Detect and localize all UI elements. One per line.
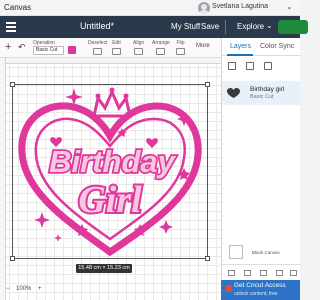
layers-panel: Layers Color Sync Birthday girl Basic Cu…: [221, 38, 301, 300]
tab-color-sync[interactable]: Color Sync: [260, 43, 294, 50]
make-button[interactable]: [278, 20, 308, 34]
resize-handle[interactable]: [10, 82, 15, 87]
zoom-in-icon[interactable]: +: [38, 286, 42, 292]
combine-icon[interactable]: [244, 270, 251, 276]
resize-handle[interactable]: [205, 82, 210, 87]
layer-operation: Basic Cut: [250, 94, 274, 100]
attach-icon[interactable]: [260, 270, 267, 276]
edit-icon: [112, 48, 121, 55]
layer-item[interactable]: Birthday girl Basic Cut: [222, 81, 301, 105]
flip-icon: [176, 48, 185, 55]
edit-toolbar: + ↶ Operation Basic Cut Deselect Edit Al…: [0, 38, 221, 58]
layer-name: Birthday girl: [250, 86, 285, 93]
align-icon: [134, 48, 144, 55]
align-button[interactable]: Align: [133, 40, 144, 55]
save-button[interactable]: Save: [201, 22, 219, 31]
slice-icon[interactable]: [228, 270, 235, 276]
panel-bottom-toolbar: [222, 264, 301, 280]
layer-actions: [222, 58, 301, 74]
dimensions-label: 15.48 cm × 15.23 cm: [76, 264, 132, 273]
blank-canvas-label: Blank Canvas: [252, 250, 280, 255]
selection-box[interactable]: [10, 82, 210, 261]
blank-canvas-swatch[interactable]: [229, 245, 243, 259]
user-name[interactable]: Svetlana Lagutina: [212, 3, 268, 10]
ruler-vertical: [0, 58, 6, 300]
arrange-button[interactable]: Arrange: [152, 40, 170, 55]
zoom-level: 100%: [16, 286, 32, 292]
zoom-control[interactable]: − 100% +: [6, 285, 56, 296]
contour-icon[interactable]: [290, 270, 297, 276]
undo-icon[interactable]: ↶: [18, 42, 26, 53]
operation-select[interactable]: Basic Cut: [33, 46, 64, 55]
ruler-horizontal: [0, 58, 221, 64]
edit-button[interactable]: Edit: [112, 40, 121, 55]
active-tab-indicator: [227, 54, 253, 56]
color-swatch[interactable]: [68, 46, 76, 54]
menu-icon[interactable]: [6, 22, 16, 32]
document-title[interactable]: Untitled*: [80, 21, 114, 31]
promo-subtitle: unlock content, free: [234, 291, 278, 297]
my-stuff-link[interactable]: My Stuff: [171, 22, 200, 31]
zoom-out-icon[interactable]: −: [6, 286, 10, 292]
divider: [225, 20, 226, 34]
resize-handle[interactable]: [205, 256, 210, 261]
deselect-button[interactable]: Deselect: [88, 40, 107, 55]
app-name: Canvas: [4, 3, 32, 12]
user-avatar[interactable]: [198, 2, 210, 14]
arrange-icon: [156, 48, 166, 55]
resize-handle[interactable]: [10, 256, 15, 261]
promo-banner[interactable]: Get Cricut Access unlock content, free: [221, 280, 300, 300]
chevron-down-icon[interactable]: ⌄: [266, 21, 273, 30]
top-bar: Canvas Svetlana Lagutina ⌄: [0, 0, 300, 16]
group-icon[interactable]: [228, 62, 236, 70]
promo-icon: [225, 285, 232, 292]
tab-layers[interactable]: Layers: [230, 43, 251, 50]
more-button[interactable]: More: [196, 43, 210, 49]
duplicate-icon[interactable]: [246, 62, 254, 70]
layer-thumbnail: [227, 88, 240, 98]
title-bar: Untitled* My Stuff Save Explore ⌄: [0, 16, 308, 38]
flip-button[interactable]: Flip: [176, 40, 185, 55]
add-icon[interactable]: +: [5, 41, 11, 53]
explore-menu[interactable]: Explore: [237, 22, 264, 31]
promo-title: Get Cricut Access: [234, 282, 286, 289]
deselect-icon: [93, 48, 103, 55]
chevron-down-icon[interactable]: ⌄: [286, 2, 293, 11]
panel-tabs: Layers Color Sync: [222, 38, 301, 56]
delete-icon[interactable]: [264, 62, 272, 70]
flatten-icon[interactable]: [276, 270, 283, 276]
